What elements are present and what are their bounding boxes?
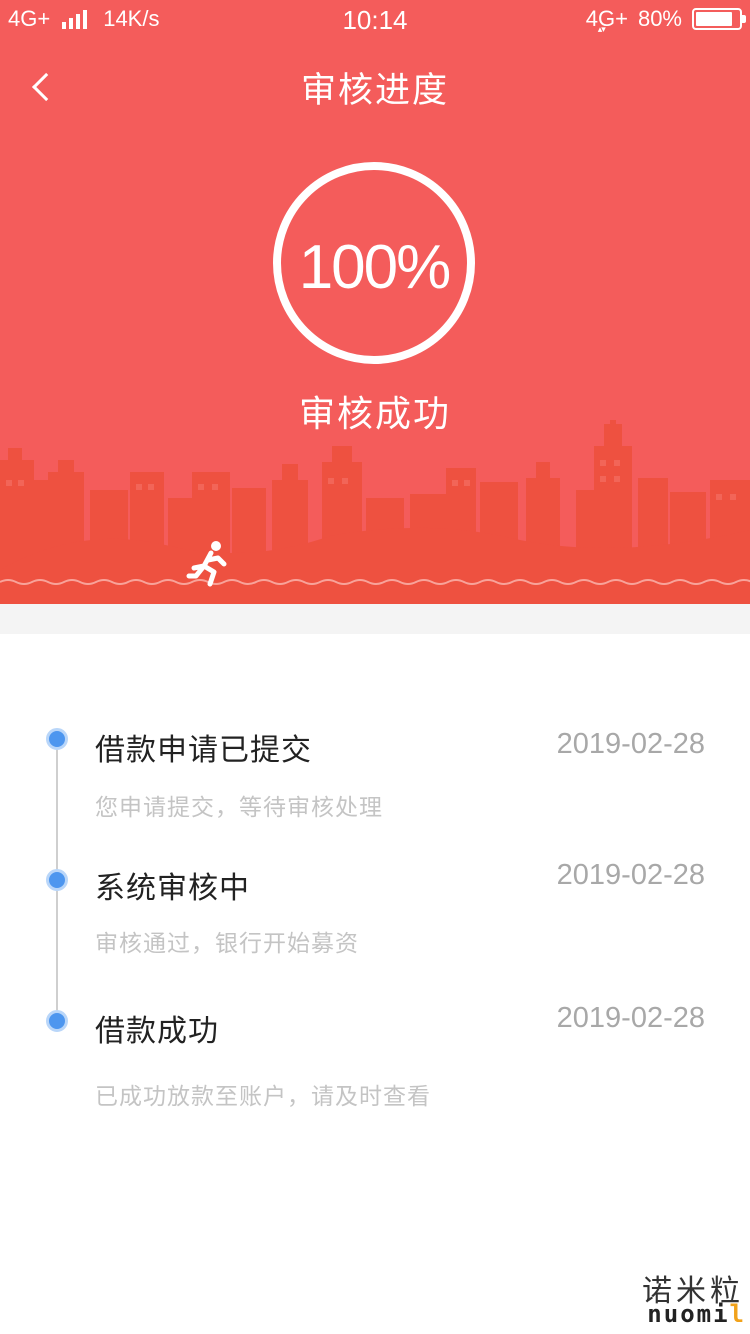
nav-bar: 审核进度 (0, 52, 750, 116)
city-skyline-illustration (0, 420, 750, 604)
timeline-dot (46, 728, 68, 750)
timeline-dot (46, 1010, 68, 1032)
progress-ring: 100% (273, 162, 475, 364)
timeline-item-description: 审核通过，银行开始募资 (95, 931, 359, 957)
header-banner: 4G+ 14K/s 10:14 4G+ 80% 审核进度 100% 审核成功 (0, 0, 750, 604)
timeline-item-date: 2019-02-28 (556, 1002, 705, 1034)
progress-value: 100% (298, 233, 452, 302)
review-timeline: 借款申请已提交 2019-02-28 您申请提交，等待审核处理 系统审核中 20… (0, 634, 750, 1254)
section-divider (0, 604, 750, 634)
network-type-secondary: 4G+ (586, 6, 628, 35)
status-right: 4G+ 80% (586, 6, 746, 35)
runner-icon (186, 541, 227, 587)
page-title: 审核进度 (300, 71, 449, 111)
timeline-dot (46, 869, 68, 891)
status-bar: 4G+ 14K/s 10:14 4G+ 80% (0, 0, 750, 40)
watermark-text-en: nuomil (647, 1300, 746, 1328)
battery-percent: 80% (637, 6, 682, 31)
timeline-item-date: 2019-02-28 (556, 859, 705, 891)
timeline-item-description: 您申请提交，等待审核处理 (95, 795, 383, 821)
watermark-text-en-main: nuomi (647, 1300, 730, 1328)
battery-icon (692, 8, 746, 30)
brand-watermark: 诺米粒 nuomil (622, 1266, 746, 1328)
timeline-item-title: 系统审核中 (95, 871, 250, 906)
timeline-item-title: 借款申请已提交 (95, 733, 312, 768)
timeline-item-title: 借款成功 (95, 1014, 219, 1049)
timeline-item-description: 已成功放款至账户，请及时查看 (95, 1084, 431, 1110)
timeline-item-date: 2019-02-28 (556, 728, 705, 760)
watermark-text-en-end: l (729, 1300, 746, 1328)
